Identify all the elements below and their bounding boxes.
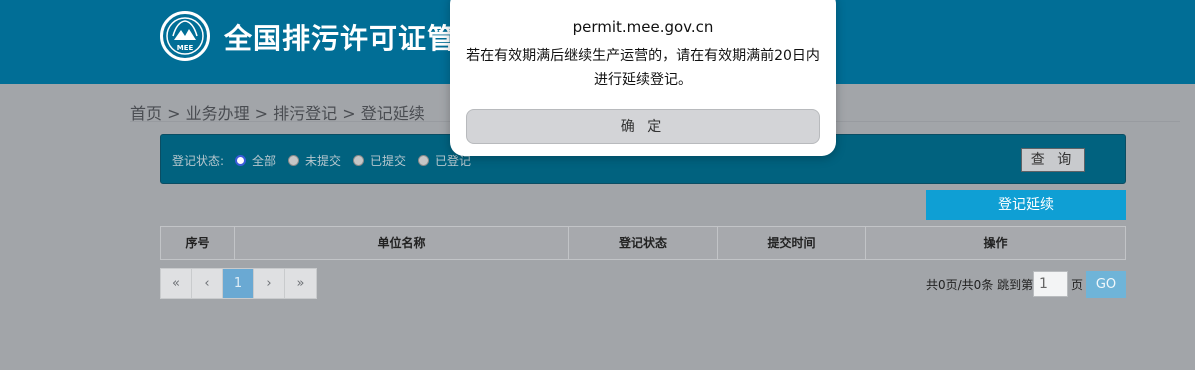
radio-all[interactable]: 全部: [235, 152, 276, 169]
column-header-status[interactable]: 登记状态: [569, 227, 718, 259]
radio-checked-icon: [235, 155, 246, 166]
last-page-button[interactable]: »: [285, 269, 316, 298]
radio-unchecked-icon: [288, 155, 299, 166]
first-page-button[interactable]: «: [161, 269, 192, 298]
radio-unchecked-icon: [353, 155, 364, 166]
page-suffix: 页: [1071, 278, 1084, 292]
go-button[interactable]: GO: [1086, 271, 1126, 298]
prev-page-button[interactable]: ‹: [192, 269, 223, 298]
pagination: « ‹ 1 › »: [160, 268, 317, 299]
mee-logo-icon: MEE: [160, 11, 210, 61]
dialog-message: 若在有效期满后继续生产运营的，请在有效期满前20日内 进行延续登记。: [450, 44, 836, 92]
results-table-header: 序号 单位名称 登记状态 提交时间 操作: [160, 226, 1126, 260]
column-header-submit-time[interactable]: 提交时间: [718, 227, 866, 259]
logo-text: MEE: [176, 44, 194, 52]
dialog-title: permit.mee.gov.cn: [572, 18, 714, 36]
radio-submitted-label: 已提交: [370, 154, 407, 168]
page-1-button[interactable]: 1: [223, 269, 254, 298]
alert-dialog: permit.mee.gov.cn 若在有效期满后继续生产运营的，请在有效期满前…: [450, 0, 836, 156]
column-header-actions[interactable]: 操作: [866, 227, 1125, 259]
column-header-index[interactable]: 序号: [161, 227, 235, 259]
next-page-button[interactable]: ›: [254, 269, 285, 298]
page-info: 共0页/共0条 跳到第: [926, 278, 1034, 292]
site-title: 全国排污许可证管理: [224, 22, 486, 55]
radio-unchecked-icon: [418, 155, 429, 166]
dialog-message-line-2: 进行延续登记。: [594, 72, 692, 88]
radio-not-submitted-label: 未提交: [305, 154, 342, 168]
dialog-ok-button[interactable]: 确 定: [466, 109, 820, 144]
radio-submitted[interactable]: 已提交: [353, 152, 406, 169]
radio-not-submitted[interactable]: 未提交: [288, 152, 341, 169]
column-header-unit-name[interactable]: 单位名称: [235, 227, 569, 259]
radio-all-label: 全部: [252, 154, 277, 168]
dialog-message-line-1: 若在有效期满后继续生产运营的，请在有效期满前20日内: [466, 48, 820, 64]
query-button[interactable]: 查 询: [1021, 148, 1085, 172]
status-filter-label: 登记状态:: [172, 154, 225, 168]
registration-renewal-button[interactable]: 登记延续: [926, 190, 1126, 220]
page-jump-input[interactable]: 1: [1033, 271, 1068, 297]
